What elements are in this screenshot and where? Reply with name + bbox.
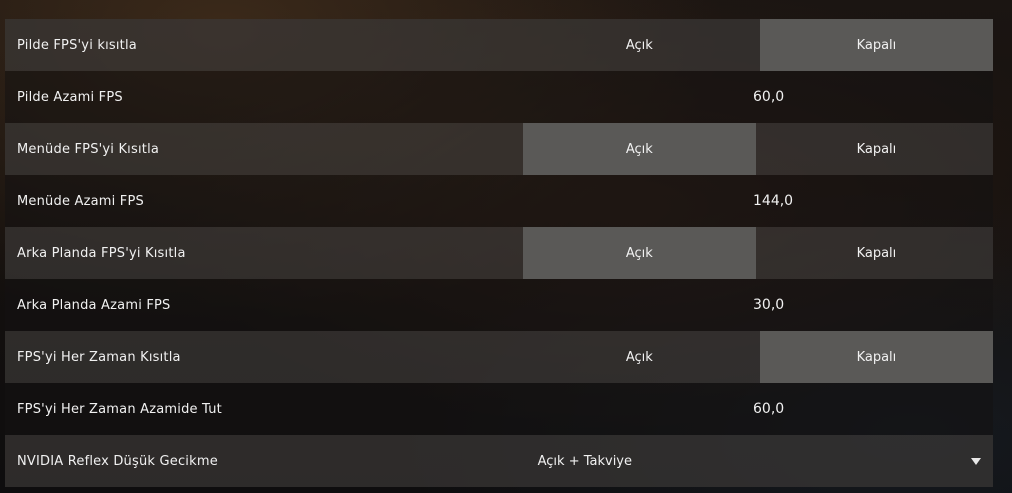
setting-value[interactable]: 144,0 — [529, 175, 993, 227]
option-on-button[interactable]: Açık — [523, 331, 756, 383]
option-on-button[interactable]: Açık — [523, 19, 756, 71]
setting-value[interactable]: 30,0 — [529, 279, 993, 331]
setting-label: Pilde Azami FPS — [17, 89, 123, 105]
setting-row-max-fps-menu: Menüde Azami FPS 144,0 — [5, 175, 993, 227]
option-on-button[interactable]: Açık — [522, 227, 756, 279]
setting-row-max-fps-background: Arka Planda Azami FPS 30,0 — [5, 279, 993, 331]
setting-row-limit-fps-battery: Pilde FPS'yi kısıtla Açık Kapalı — [5, 19, 994, 71]
reflex-dropdown[interactable]: Açık + Takviye — [523, 435, 993, 487]
setting-value[interactable]: 60,0 — [529, 383, 993, 435]
option-on-button[interactable]: Açık — [522, 123, 756, 175]
option-off-button[interactable]: Kapalı — [760, 123, 993, 175]
setting-label: Menüde FPS'yi Kısıtla — [17, 141, 160, 157]
setting-row-limit-fps-always: FPS'yi Her Zaman Kısıtla Açık Kapalı — [5, 331, 994, 383]
fps-settings-panel: Pilde FPS'yi kısıtla Açık Kapalı Pilde A… — [5, 19, 994, 487]
option-off-button[interactable]: Kapalı — [759, 331, 994, 383]
setting-row-limit-fps-background: Arka Planda FPS'yi Kısıtla Açık Kapalı — [5, 227, 993, 279]
option-off-button[interactable]: Kapalı — [759, 19, 994, 71]
setting-row-nvidia-reflex: NVIDIA Reflex Düşük Gecikme Açık + Takvi… — [5, 435, 993, 487]
setting-label: NVIDIA Reflex Düşük Gecikme — [17, 453, 218, 469]
setting-value[interactable]: 60,0 — [529, 71, 993, 123]
chevron-down-icon[interactable] — [971, 457, 981, 465]
setting-row-max-fps-always: FPS'yi Her Zaman Azamide Tut 60,0 — [5, 383, 993, 435]
setting-row-max-fps-battery: Pilde Azami FPS 60,0 — [5, 71, 993, 123]
setting-label: Arka Planda FPS'yi Kısıtla — [17, 245, 186, 261]
setting-label: Menüde Azami FPS — [17, 193, 144, 209]
setting-label: Pilde FPS'yi kısıtla — [17, 37, 137, 53]
setting-label: Arka Planda Azami FPS — [17, 297, 171, 313]
setting-label: FPS'yi Her Zaman Kısıtla — [17, 349, 181, 365]
dropdown-selected-value: Açık + Takviye — [537, 453, 632, 469]
option-off-button[interactable]: Kapalı — [760, 227, 993, 279]
setting-row-limit-fps-menu: Menüde FPS'yi Kısıtla Açık Kapalı — [5, 123, 993, 175]
setting-label: FPS'yi Her Zaman Azamide Tut — [17, 401, 222, 417]
